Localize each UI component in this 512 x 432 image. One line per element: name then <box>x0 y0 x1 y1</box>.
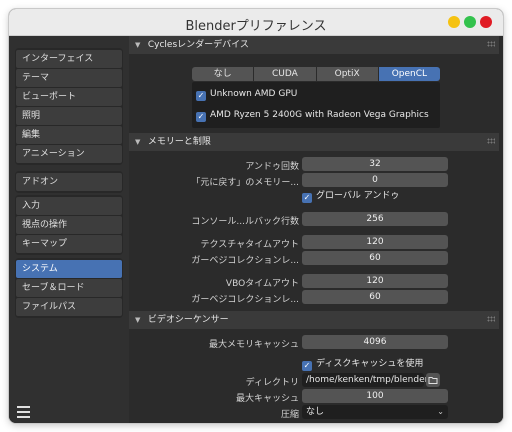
compression-label: 圧縮 <box>280 410 299 420</box>
console-scrollback-field[interactable]: 256 <box>302 212 448 226</box>
global-undo-checkbox[interactable]: ✓ グローバル アンドゥ <box>302 189 399 203</box>
texture-timeout-label: テクスチャタイムアウト <box>200 240 299 250</box>
collapse-triangle-icon: ▼ <box>135 138 141 146</box>
drag-grip-icon[interactable] <box>487 316 495 322</box>
drag-grip-icon[interactable] <box>487 138 495 144</box>
collapse-triangle-icon: ▼ <box>135 316 141 324</box>
tab-optix[interactable]: OptiX <box>316 67 379 81</box>
max-cache-field[interactable]: 100 <box>302 389 448 403</box>
menu-icon[interactable] <box>17 406 30 418</box>
sidebar-item-system[interactable]: システム <box>16 260 122 278</box>
collapse-triangle-icon: ▼ <box>135 41 141 49</box>
vbo-timeout-field[interactable]: 120 <box>302 274 448 288</box>
tab-opencl[interactable]: OpenCL <box>378 67 440 81</box>
panel-title: ビデオシーケンサー <box>147 315 229 325</box>
sidebar-item-file-paths[interactable]: ファイルパス <box>16 298 122 316</box>
device-list: ✓ Unknown AMD GPU ✓ AMD Ryzen 5 2400G with… <box>192 82 440 128</box>
checkmark-icon: ✓ <box>302 193 312 203</box>
texture-gc-label: ガーベジコレクションレ... <box>191 256 299 266</box>
sidebar-group-4: システム セーブ＆ロード ファイルパス <box>15 258 123 318</box>
sidebar-item-interface[interactable]: インターフェイス <box>16 50 122 68</box>
drag-grip-icon[interactable] <box>487 41 495 47</box>
sidebar-item-viewport[interactable]: ビューポート <box>16 88 122 106</box>
sidebar-item-addons[interactable]: アドオン <box>16 173 122 191</box>
panel-header-memory[interactable]: ▼ メモリーと制限 <box>129 133 499 151</box>
sidebar-item-animation[interactable]: アニメーション <box>16 145 122 163</box>
sidebar-item-themes[interactable]: テーマ <box>16 69 122 87</box>
compression-select[interactable]: なし ⌄ <box>302 405 448 419</box>
sidebar-item-navigation[interactable]: 視点の操作 <box>16 216 122 234</box>
texture-gc-field[interactable]: 60 <box>302 251 448 265</box>
undo-memory-field[interactable]: 0 <box>302 173 448 187</box>
sidebar-group-3: 入力 視点の操作 キーマップ <box>15 195 123 255</box>
vbo-gc-field[interactable]: 60 <box>302 290 448 304</box>
sidebar-group-1: インターフェイス テーマ ビューポート 照明 編集 アニメーション <box>15 48 123 165</box>
sidebar-item-save-load[interactable]: セーブ＆ロード <box>16 279 122 297</box>
undo-steps-field[interactable]: 32 <box>302 157 448 171</box>
minimize-button[interactable] <box>448 16 460 28</box>
undo-steps-label: アンドゥ回数 <box>245 162 299 172</box>
device-checkbox-gpu[interactable]: ✓ Unknown AMD GPU <box>196 87 297 101</box>
panel-title: Cyclesレンダーデバイス <box>147 40 249 50</box>
memory-cache-label: 最大メモリキャッシュ <box>208 340 299 350</box>
undo-memory-label: 「元に戻す」のメモリー... <box>191 178 299 188</box>
sidebar-item-editing[interactable]: 編集 <box>16 126 122 144</box>
panel-header-video-sequencer[interactable]: ▼ ビデオシーケンサー <box>129 311 499 329</box>
sidebar-item-input[interactable]: 入力 <box>16 197 122 215</box>
memory-cache-field[interactable]: 4096 <box>302 335 448 349</box>
texture-timeout-field[interactable]: 120 <box>302 235 448 249</box>
close-button[interactable] <box>480 16 492 28</box>
folder-icon[interactable] <box>426 373 440 387</box>
titlebar: Blenderプリファレンス <box>9 9 503 36</box>
preferences-window: Blenderプリファレンス インターフェイス テーマ ビューポート 照明 編集… <box>9 9 503 423</box>
panel-header-cycles[interactable]: ▼ Cyclesレンダーデバイス <box>129 36 499 54</box>
tab-cuda[interactable]: CUDA <box>254 67 317 81</box>
window-title: Blenderプリファレンス <box>185 19 327 34</box>
sidebar-item-keymap[interactable]: キーマップ <box>16 235 122 253</box>
disk-cache-checkbox[interactable]: ✓ ディスクキャッシュを使用 <box>302 357 423 371</box>
vbo-timeout-label: VBOタイムアウト <box>225 279 299 289</box>
tab-none[interactable]: なし <box>192 67 255 81</box>
directory-label: ディレクトリ <box>245 378 299 388</box>
directory-field[interactable]: /home/kenken/tmp/blender/ <box>302 373 431 387</box>
sidebar-group-2: アドオン <box>15 171 123 193</box>
sidebar-item-lights[interactable]: 照明 <box>16 107 122 125</box>
checkmark-icon: ✓ <box>302 361 312 371</box>
maximize-button[interactable] <box>464 16 476 28</box>
device-tabs: なし CUDA OptiX OpenCL <box>192 67 440 81</box>
panel-title: メモリーと制限 <box>147 137 211 147</box>
checkmark-icon: ✓ <box>196 91 206 101</box>
sidebar: インターフェイス テーマ ビューポート 照明 編集 アニメーション アドオン 入… <box>9 36 129 423</box>
main-content: ▼ Cyclesレンダーデバイス なし CUDA OptiX OpenCL ✓ U… <box>129 36 503 423</box>
console-scrollback-label: コンソール...ルバック行数 <box>191 217 299 227</box>
max-cache-label: 最大キャッシュ <box>235 394 299 404</box>
checkmark-icon: ✓ <box>196 112 206 122</box>
chevron-down-icon: ⌄ <box>437 407 444 416</box>
vbo-gc-label: ガーベジコレクションレ... <box>191 295 299 305</box>
device-checkbox-cpu[interactable]: ✓ AMD Ryzen 5 2400G with Radeon Vega Grap… <box>196 108 429 122</box>
